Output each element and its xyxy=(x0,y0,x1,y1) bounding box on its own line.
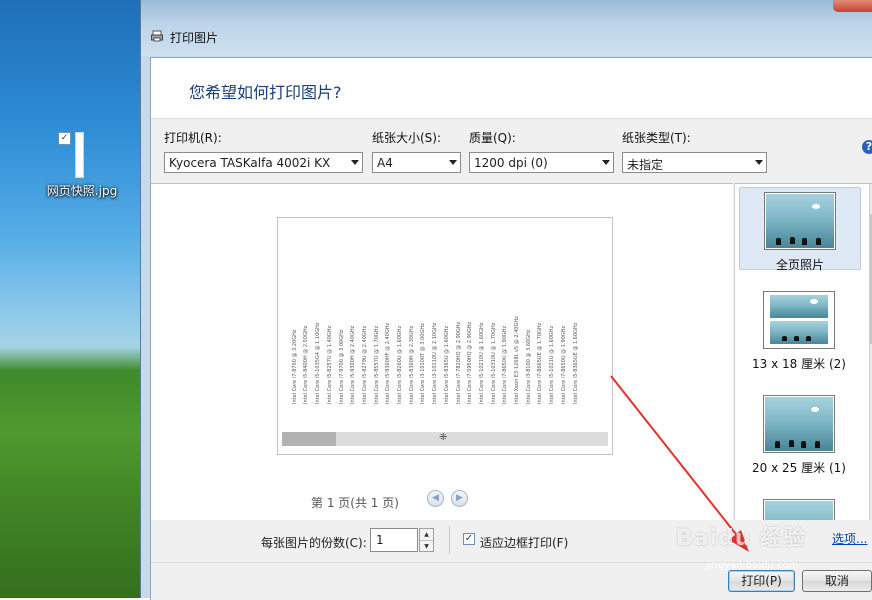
desktop-file-label: 网页快照.jpg xyxy=(46,184,118,198)
baidu-watermark: Baidu 经验 xyxy=(676,526,807,551)
desktop-file-checkbox[interactable]: ✓ xyxy=(58,132,71,145)
baidu-watermark-url: jingyan.baidu.com xyxy=(706,560,799,571)
print-pictures-window: 打印图片 您希望如何打印图片? 打印机(R): Kyocera TASKalfa… xyxy=(140,0,872,600)
annotation-arrow xyxy=(610,375,749,552)
desktop-background: ✓ 网页快照.jpg xyxy=(0,0,140,598)
image-file-icon xyxy=(75,132,84,178)
